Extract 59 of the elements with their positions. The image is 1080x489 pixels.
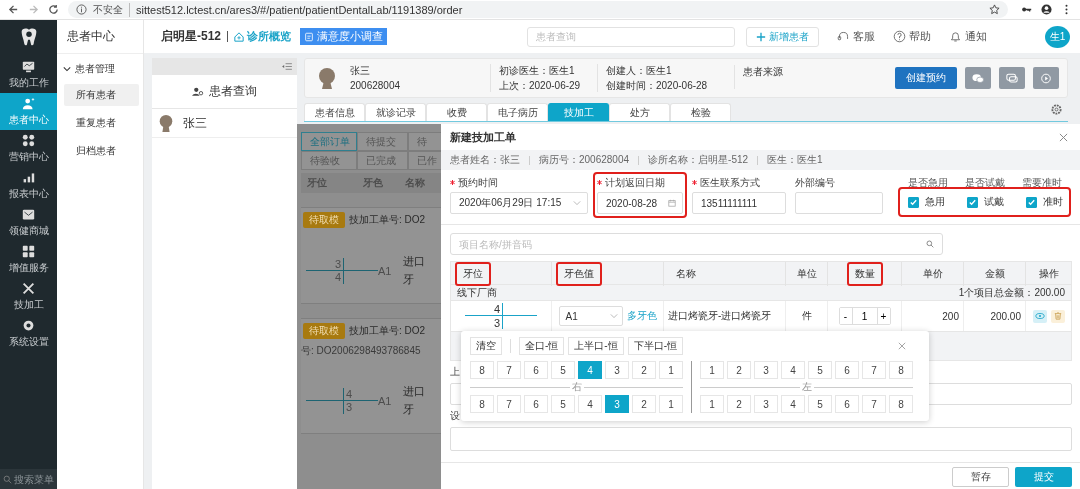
price-text: 200: [942, 310, 959, 322]
patient-name: 张三: [350, 64, 371, 77]
checkbox-label: 急用: [925, 195, 945, 209]
shade-text: A1: [378, 264, 392, 277]
item-name: 进口烤瓷牙-进口烤瓷牙: [668, 309, 772, 323]
item-name: 牙: [403, 402, 416, 417]
field-label: 计划返回日期: [605, 175, 665, 190]
security-label: 不安全: [93, 2, 130, 17]
unit-text: 件: [801, 309, 812, 323]
order-number: 技加工单号: DO2: [349, 213, 426, 227]
order-number: 号: DO2006298493786845: [301, 344, 422, 358]
info-text: 患者姓名：张三: [450, 153, 520, 167]
patient-source: 患者来源: [734, 65, 783, 89]
status-badge: 待取模: [303, 212, 345, 228]
column-header: 金额: [983, 267, 1006, 281]
item-name: 进口: [403, 254, 426, 269]
info-text: 上次：2020-06-29: [499, 79, 582, 92]
tooth-number: 3: [334, 257, 341, 270]
flag-heading: 需要准时: [1022, 176, 1062, 188]
amount-text: 200.00: [990, 310, 1021, 322]
flag-heading: 是否试戴: [965, 176, 1005, 188]
column-header: 名称: [675, 267, 697, 281]
field-label: 上: [450, 365, 461, 379]
url-text: sittest512.lctest.cn/ares3/#/patient/patientDentalLab/1191389/order: [136, 3, 464, 16]
status-badge: 待取模: [303, 323, 345, 339]
vendor-label: 线下厂商: [457, 285, 497, 300]
info-text: 医生：医生1: [767, 153, 823, 167]
column-header: 操作: [1037, 267, 1060, 281]
tooth-number: 3: [346, 401, 353, 413]
side-label: 右: [571, 380, 582, 394]
column-header: 单价: [921, 267, 944, 281]
side-label: 左: [801, 380, 812, 394]
patient-name: 张三: [183, 114, 207, 132]
info-text: 病历号：200628004: [539, 153, 630, 167]
item-name: 牙: [403, 272, 416, 287]
info-text: 创建时间：2020-06-28: [606, 79, 709, 92]
shade-text: A1: [378, 394, 392, 407]
column-header: 单位: [795, 267, 818, 281]
field-label: 预约时间: [458, 175, 498, 190]
checkbox-label: 试戴: [984, 195, 1004, 209]
field-label: 外部编号: [795, 175, 835, 190]
clinic-name: 启明星-512: [161, 28, 222, 45]
field-label: 医生联系方式: [700, 175, 760, 190]
section-title: 患者中心: [57, 20, 143, 54]
checkbox-label: 准时: [1043, 195, 1063, 209]
tooth-number: 4: [346, 387, 353, 400]
field-label: 设: [450, 409, 461, 423]
total-summary: 1个项目总金额：200.00: [958, 285, 1065, 300]
info-text: 初诊医生：医生1: [499, 64, 576, 77]
tooth-number: 3: [493, 316, 500, 329]
info-text: 诊所名称：启明星-512: [648, 153, 749, 167]
dialog-title: 新建技加工单: [450, 129, 516, 145]
tooth-number: 4: [493, 303, 500, 315]
flag-heading: 是否急用: [908, 176, 948, 188]
order-number: 技加工单号: DO2: [349, 324, 426, 338]
info-text: 创建人：医生1: [606, 64, 673, 77]
item-name: 进口: [403, 384, 426, 399]
tooth-number: 4: [334, 271, 341, 283]
record-number: 200628004: [350, 79, 402, 92]
